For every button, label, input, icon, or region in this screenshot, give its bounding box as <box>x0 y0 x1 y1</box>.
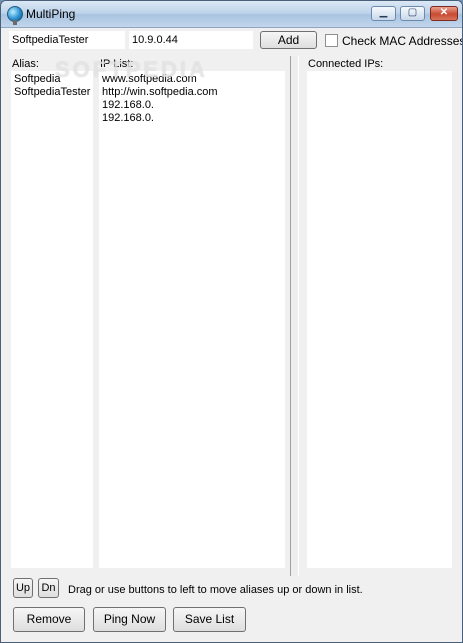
list-item[interactable]: 192.168.0. <box>102 112 282 125</box>
splitter[interactable] <box>290 56 299 576</box>
ping-now-button[interactable]: Ping Now <box>93 607 166 632</box>
ip-input[interactable]: 10.9.0.44 <box>129 31 253 49</box>
connected-ips-list[interactable] <box>307 71 452 568</box>
title-bar[interactable]: MultiPing ▁ ▢ ✕ <box>1 1 462 28</box>
move-up-button[interactable]: Up <box>13 578 33 598</box>
list-item[interactable]: SoftpediaTester <box>14 86 90 99</box>
globe-icon <box>7 6 23 25</box>
remove-button[interactable]: Remove <box>13 607 85 632</box>
check-mac-checkbox[interactable] <box>325 34 338 47</box>
ip-list[interactable]: www.softpedia.com http://win.softpedia.c… <box>99 71 285 568</box>
add-button[interactable]: Add <box>260 31 317 49</box>
alias-label: Alias: <box>12 58 39 70</box>
close-button[interactable]: ✕ <box>430 6 458 21</box>
alias-input[interactable]: SoftpediaTester <box>9 31 125 49</box>
minimize-button[interactable]: ▁ <box>371 6 396 21</box>
maximize-button[interactable]: ▢ <box>400 6 425 21</box>
multiping-window: MultiPing ▁ ▢ ✕ SoftpediaTester 10.9.0.4… <box>0 0 463 643</box>
check-mac-label: Check MAC Addresses <box>342 34 463 48</box>
move-hint: Drag or use buttons to left to move alia… <box>68 584 363 596</box>
window-title: MultiPing <box>26 7 76 21</box>
save-list-button[interactable]: Save List <box>173 607 246 632</box>
list-item[interactable]: http://win.softpedia.com <box>102 86 282 99</box>
list-item[interactable]: 192.168.0. <box>102 99 282 112</box>
move-down-button[interactable]: Dn <box>38 578 59 598</box>
alias-list[interactable]: Softpedia SoftpediaTester <box>11 71 93 568</box>
watermark: SOFTPEDIA <box>55 57 208 82</box>
connected-ips-label: Connected IPs: <box>308 58 384 70</box>
